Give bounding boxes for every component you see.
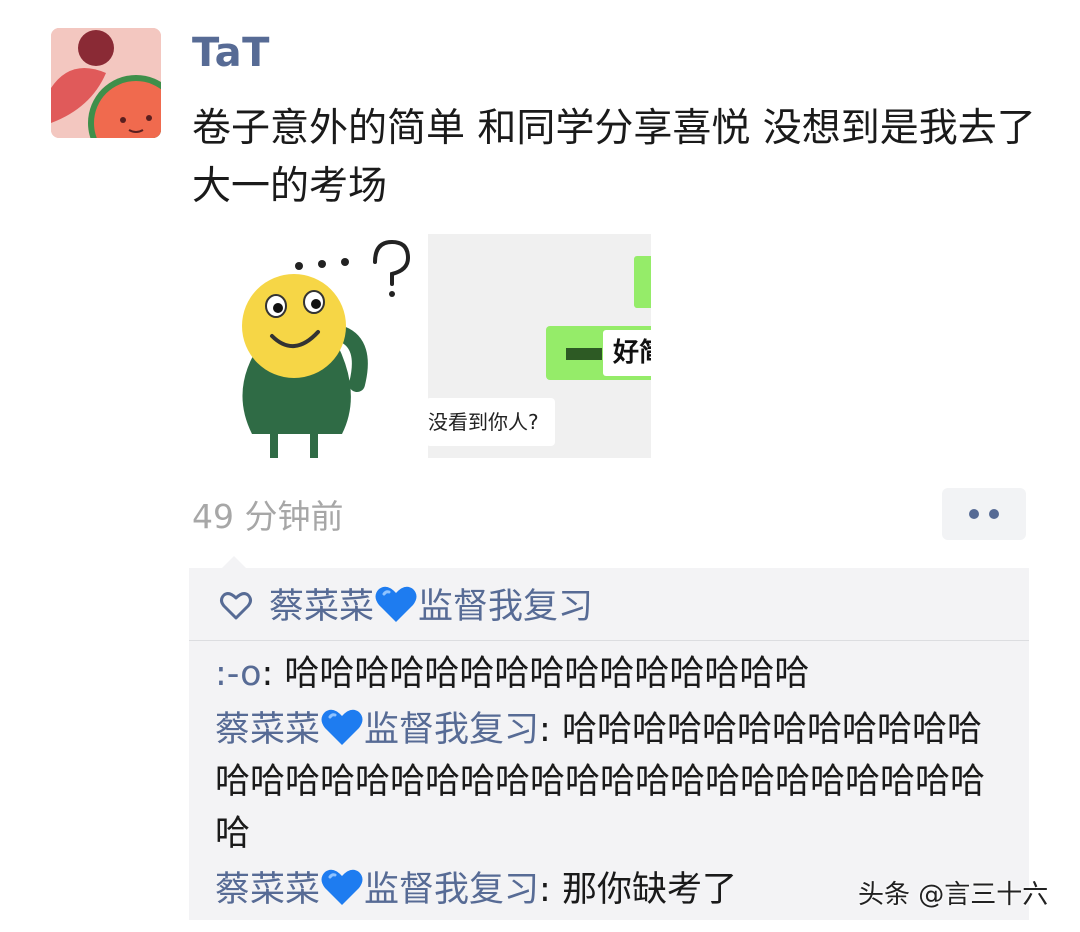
comment-text: 哈哈哈哈哈哈哈哈哈哈哈哈哈哈哈 bbox=[284, 654, 810, 694]
watermark: 头条 @言三十六 bbox=[858, 880, 1049, 910]
more-dots-icon bbox=[969, 509, 979, 519]
chat-bubble-incoming: 没看到你人? bbox=[428, 398, 555, 446]
post-image-2[interactable]: 好简 没看到你人? bbox=[428, 234, 651, 458]
comment-item[interactable]: 蔡菜菜 监督我复习: 哈哈哈哈哈哈哈哈哈哈哈哈哈哈哈哈哈哈哈哈哈哈哈哈哈哈哈哈哈哈… bbox=[215, 704, 1015, 860]
blue-heart-emoji-icon bbox=[321, 709, 363, 745]
confused-emoji-sticker-icon bbox=[242, 239, 411, 458]
chat-reply-text: 好简 bbox=[603, 330, 651, 376]
liker-name[interactable]: 蔡菜菜 监督我复习 bbox=[269, 586, 593, 627]
comment-author[interactable]: 蔡菜菜 监督我复习 bbox=[215, 869, 539, 910]
blue-heart-emoji-icon bbox=[321, 869, 363, 905]
author-avatar[interactable] bbox=[51, 28, 161, 138]
comment-text: 那你缺考了 bbox=[561, 870, 737, 910]
comment-separator: : bbox=[539, 710, 562, 750]
panel-pointer bbox=[222, 556, 246, 568]
post-text: 卷子意外的简单 和同学分享喜悦 没想到是我去了大一的考场 bbox=[192, 106, 1036, 209]
heart-outline-icon bbox=[220, 592, 252, 620]
likes-row: 蔡菜菜 监督我复习 bbox=[219, 582, 593, 632]
blue-heart-emoji-icon bbox=[375, 586, 417, 622]
chat-bubble-outgoing-top bbox=[634, 256, 651, 308]
likes-and-comments-panel: 蔡菜菜 监督我复习 :-o: 哈哈哈哈哈哈哈哈哈哈哈哈哈哈哈 蔡菜菜 监督我复习: … bbox=[189, 556, 1029, 920]
post-author-name[interactable]: TaT bbox=[192, 30, 270, 76]
censored-mosaic bbox=[566, 348, 602, 360]
more-actions-button[interactable] bbox=[942, 488, 1026, 540]
comment-author[interactable]: 蔡菜菜 监督我复习 bbox=[215, 709, 539, 750]
post-image-1[interactable] bbox=[192, 234, 425, 458]
panel-divider bbox=[189, 640, 1029, 641]
post-timestamp: 49 分钟前 bbox=[192, 497, 344, 536]
more-dots-icon bbox=[989, 509, 999, 519]
comment-author[interactable]: :-o bbox=[215, 654, 261, 694]
comment-item[interactable]: :-o: 哈哈哈哈哈哈哈哈哈哈哈哈哈哈哈 bbox=[215, 648, 1015, 700]
comment-separator: : bbox=[261, 654, 285, 694]
comment-separator: : bbox=[539, 870, 562, 910]
